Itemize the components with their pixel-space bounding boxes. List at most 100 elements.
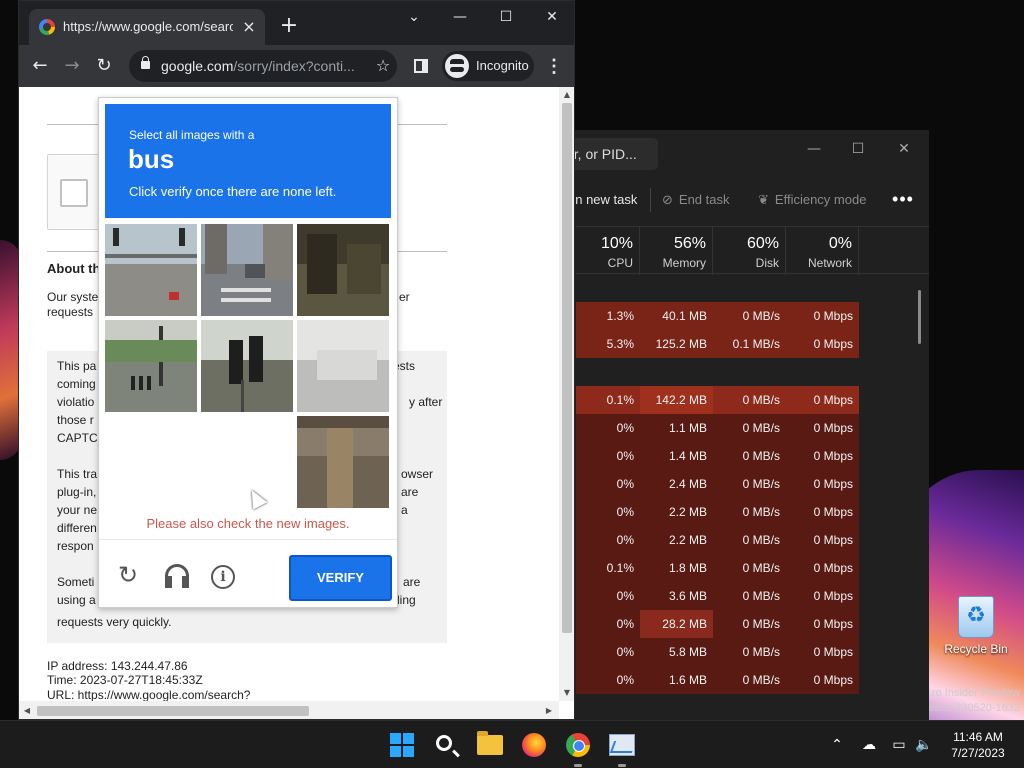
recycle-bin-label: Recycle Bin — [944, 642, 1008, 656]
process-list-scrollbar[interactable] — [918, 290, 921, 344]
explanation-last-line: requests very quickly. — [57, 615, 172, 629]
captcha-image-tile[interactable] — [105, 416, 197, 508]
verify-button[interactable]: VERIFY — [289, 555, 392, 601]
browser-tab[interactable]: https://www.google.com/search? × — [29, 9, 265, 45]
process-row[interactable]: 0% 1.6 MB 0 MB/s 0 Mbps — [576, 666, 859, 694]
captcha-image-tile[interactable] — [297, 224, 389, 316]
process-row[interactable] — [576, 358, 859, 386]
info-icon[interactable]: i — [211, 565, 235, 589]
scroll-down-icon[interactable]: ▼ — [559, 685, 574, 701]
reload-button[interactable]: ↻ — [89, 51, 119, 81]
process-row[interactable]: 0.1% 142.2 MB 0 MB/s 0 Mbps — [576, 386, 859, 414]
tab-search-button[interactable]: ⌄ — [391, 1, 437, 33]
process-row[interactable]: 0% 28.2 MB 0 MB/s 0 Mbps — [576, 610, 859, 638]
file-explorer-button[interactable] — [474, 729, 506, 761]
reload-challenge-icon[interactable]: ↻ — [113, 560, 143, 590]
tab-close-icon[interactable]: × — [239, 9, 259, 45]
minimize-button[interactable]: — — [794, 134, 834, 164]
process-row[interactable] — [576, 274, 859, 302]
process-disk-cell: 0 MB/s — [713, 638, 786, 666]
volume-icon[interactable]: 🔈 — [912, 721, 936, 768]
task-manager-button[interactable] — [606, 729, 638, 767]
start-button[interactable] — [386, 729, 418, 761]
more-options-button[interactable]: ••• — [888, 182, 918, 218]
maximize-button[interactable]: ☐ — [483, 1, 529, 33]
cloud-offline-icon[interactable]: ☁ — [856, 721, 882, 768]
run-new-task-button[interactable]: un new task — [568, 182, 637, 218]
maximize-button[interactable]: ☐ — [838, 134, 878, 164]
explanation-line-right: owser — [401, 467, 434, 481]
forward-button[interactable]: → — [57, 51, 87, 81]
process-row[interactable]: 0% 2.2 MB 0 MB/s 0 Mbps — [576, 498, 859, 526]
process-row[interactable]: 0.1% 1.8 MB 0 MB/s 0 Mbps — [576, 554, 859, 582]
chrome-button[interactable] — [562, 729, 594, 767]
captcha-image-tile[interactable] — [297, 320, 389, 412]
horizontal-scroll-thumb[interactable] — [37, 706, 309, 716]
tile-detail — [113, 228, 119, 246]
process-row[interactable]: 0% 5.8 MB 0 MB/s 0 Mbps — [576, 638, 859, 666]
efficiency-mode-button[interactable]: ❦ Efficiency mode — [758, 182, 866, 218]
network-icon[interactable]: ▭ — [888, 721, 910, 768]
process-row[interactable]: 1.3% 40.1 MB 0 MB/s 0 Mbps — [576, 302, 859, 330]
side-panel-icon[interactable] — [414, 59, 428, 73]
recaptcha-checkbox[interactable] — [60, 179, 88, 207]
recaptcha-challenge: Select all images with a bus Click verif… — [98, 97, 398, 608]
recycle-bin[interactable]: Recycle Bin — [944, 596, 1008, 656]
vertical-scrollbar[interactable]: ▲ ▼ — [559, 87, 574, 701]
firefox-icon — [522, 733, 546, 757]
close-button[interactable]: ✕ — [529, 1, 574, 33]
show-hidden-icons-chevron-icon[interactable]: ⌃ — [826, 721, 848, 768]
lock-icon[interactable] — [141, 56, 150, 69]
incognito-badge[interactable]: Incognito — [442, 51, 534, 81]
column-cpu[interactable]: 10% CPU — [576, 227, 640, 275]
process-row[interactable]: 0% 1.1 MB 0 MB/s 0 Mbps — [576, 414, 859, 442]
process-mem-cell: 125.2 MB — [640, 330, 713, 358]
column-network[interactable]: 0% Network — [786, 227, 859, 275]
process-net-cell: 0 Mbps — [786, 498, 859, 526]
network-label: Network — [807, 256, 852, 270]
process-net-cell — [786, 274, 859, 302]
captcha-image-tile[interactable] — [105, 224, 197, 316]
vertical-scroll-thumb[interactable] — [562, 103, 572, 633]
address-bar[interactable]: google.com/sorry/index?conti... ☆ — [129, 50, 397, 82]
challenge-target: bus — [128, 144, 175, 174]
new-tab-button[interactable]: + — [277, 9, 301, 43]
process-row[interactable]: 0% 2.4 MB 0 MB/s 0 Mbps — [576, 470, 859, 498]
process-row[interactable]: 0% 2.2 MB 0 MB/s 0 Mbps — [576, 526, 859, 554]
running-indicator — [574, 764, 582, 767]
scroll-right-icon[interactable]: ▶ — [541, 701, 557, 719]
captcha-image-tile[interactable] — [105, 320, 197, 412]
process-row[interactable]: 0% 3.6 MB 0 MB/s 0 Mbps — [576, 582, 859, 610]
taskbar-clock[interactable]: 11:46 AM 7/27/2023 — [942, 729, 1014, 761]
process-cpu-cell: 0% — [576, 526, 640, 554]
captcha-image-tile[interactable] — [201, 320, 293, 412]
end-task-button[interactable]: ⊘ End task — [662, 182, 730, 218]
column-memory[interactable]: 56% Memory — [640, 227, 713, 275]
back-button[interactable]: ← — [25, 51, 55, 81]
captcha-image-tile[interactable] — [297, 416, 389, 508]
taskbar-search-button[interactable] — [430, 729, 462, 761]
captcha-image-tile[interactable] — [201, 224, 293, 316]
tile-detail — [105, 254, 197, 258]
challenge-header: Select all images with a bus Click verif… — [105, 104, 391, 218]
close-button[interactable]: ✕ — [884, 134, 924, 164]
address-url[interactable]: google.com/sorry/index?conti... — [161, 50, 361, 82]
column-disk[interactable]: 60% Disk — [713, 227, 786, 275]
url-path: /sorry/index?conti... — [233, 58, 355, 74]
process-row[interactable]: 0% 1.4 MB 0 MB/s 0 Mbps — [576, 442, 859, 470]
disk-percent: 60% — [746, 235, 779, 252]
run-new-task-label: un new task — [568, 192, 638, 207]
horizontal-scrollbar[interactable]: ◀ ▶ — [19, 701, 559, 719]
tab-title: https://www.google.com/search? — [63, 19, 233, 34]
bookmark-star-icon[interactable]: ☆ — [373, 50, 393, 82]
firefox-button[interactable] — [518, 729, 550, 761]
audio-challenge-icon[interactable] — [165, 564, 189, 590]
process-row[interactable]: 5.3% 125.2 MB 0.1 MB/s 0 Mbps — [576, 330, 859, 358]
scroll-up-icon[interactable]: ▲ — [559, 87, 574, 103]
scroll-left-icon[interactable]: ◀ — [19, 701, 35, 719]
process-cpu-cell: 0% — [576, 414, 640, 442]
chrome-menu-button[interactable]: ⋮ — [544, 51, 564, 81]
minimize-button[interactable]: — — [437, 1, 483, 33]
process-cpu-cell — [576, 358, 640, 386]
process-disk-cell: 0 MB/s — [713, 554, 786, 582]
